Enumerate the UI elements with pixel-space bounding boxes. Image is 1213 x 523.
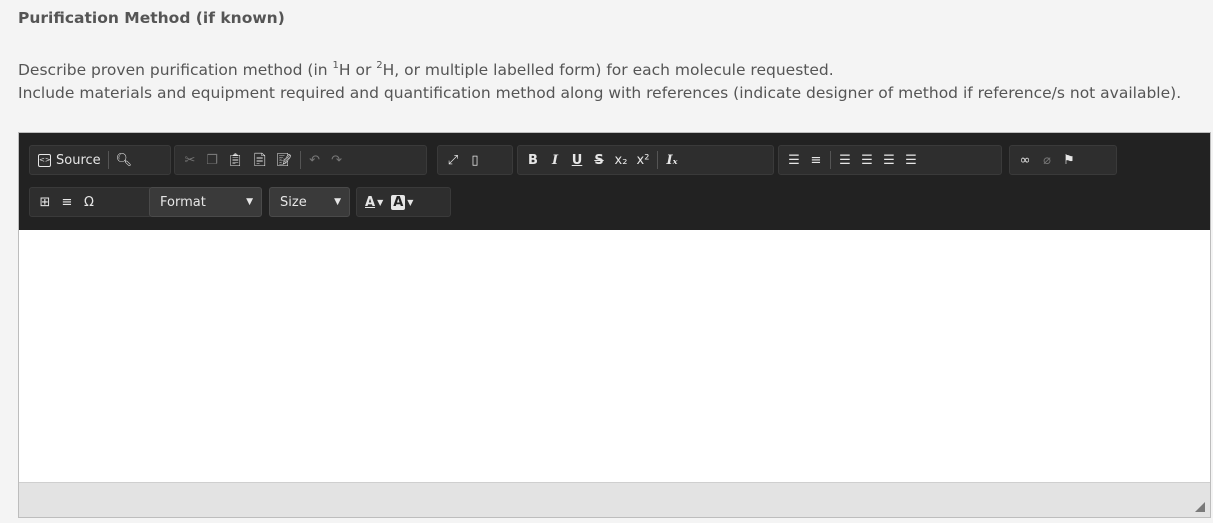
size-select[interactable]: Size ▼ [269, 187, 350, 217]
flag-icon: ⚑ [1063, 152, 1075, 168]
preview-icon: 🔍︎ [115, 152, 133, 168]
superscript-button[interactable]: x² [632, 148, 654, 172]
background-color-button[interactable]: A ▼ [387, 190, 417, 214]
unlink-icon: ⌀ [1043, 152, 1051, 168]
paste-word-icon: 📝︎ [276, 152, 293, 168]
paste-icon: 📋︎ [227, 152, 244, 168]
paste-text-icon: 📄︎ [251, 152, 269, 168]
align-left-button[interactable]: ☰ [834, 148, 856, 172]
superscript-icon: x² [636, 152, 650, 168]
chevron-down-icon: ▼ [377, 197, 384, 207]
desc-text-2: H or [338, 61, 377, 80]
bold-icon: B [528, 152, 538, 168]
editor-toolbar: <> Source 🔍︎ ✂ ❐ 📋︎ 📄︎ 📝︎ ↶ ↷ ⤢ ▯ B I U [19, 133, 1210, 231]
justify-button[interactable]: ☰ [900, 148, 922, 172]
underline-icon: U [571, 152, 583, 168]
source-button[interactable]: <> Source [34, 148, 105, 172]
desc-sup-2: 2 [376, 60, 383, 71]
undo-button[interactable]: ↶ [304, 148, 326, 172]
maximize-button[interactable]: ⤢ [442, 148, 464, 172]
horizontal-line-button[interactable]: ≡ [56, 190, 78, 214]
toolbar-group-links: ∞ ⌀ ⚑ [1009, 145, 1117, 175]
paste-button[interactable]: 📋︎ [223, 148, 248, 172]
bulleted-list-button[interactable]: ≡ [805, 148, 827, 172]
omega-icon: Ω [84, 194, 94, 210]
field-title: Purification Method (if known) [18, 9, 285, 27]
strikethrough-button[interactable]: S [588, 148, 610, 172]
toolbar-group-basicstyles: B I U S x₂ x² Iₓ [517, 145, 774, 175]
subscript-button[interactable]: x₂ [610, 148, 632, 172]
background-color-icon: A [391, 194, 406, 210]
link-icon: ∞ [1019, 152, 1031, 168]
paste-text-button[interactable]: 📄︎ [248, 148, 273, 172]
redo-icon: ↷ [331, 152, 342, 168]
italic-button[interactable]: I [544, 148, 566, 172]
field-description: Describe proven purification method (in … [18, 55, 1213, 105]
toolbar-group-clipboard: ✂ ❐ 📋︎ 📄︎ 📝︎ ↶ ↷ [174, 145, 427, 175]
table-icon: ⊞ [39, 194, 51, 210]
table-button[interactable]: ⊞ [34, 190, 56, 214]
chevron-down-icon: ▼ [246, 197, 253, 207]
toolbar-separator [657, 151, 658, 169]
preview-button[interactable]: 🔍︎ [112, 148, 137, 172]
text-color-button[interactable]: A ▼ [361, 190, 387, 214]
editor-status-bar [19, 482, 1210, 517]
special-char-button[interactable]: Ω [78, 190, 100, 214]
desc-line-2: Include materials and equipment required… [18, 84, 1182, 103]
underline-button[interactable]: U [566, 148, 588, 172]
format-select[interactable]: Format ▼ [149, 187, 262, 217]
anchor-button[interactable]: ⚑ [1058, 148, 1080, 172]
redo-button[interactable]: ↷ [326, 148, 348, 172]
maximize-icon: ⤢ [447, 152, 459, 168]
align-right-button[interactable]: ☰ [878, 148, 900, 172]
rich-text-editor: <> Source 🔍︎ ✂ ❐ 📋︎ 📄︎ 📝︎ ↶ ↷ ⤢ ▯ B I U [18, 132, 1211, 518]
toolbar-separator [107, 151, 109, 169]
bulleted-list-icon: ≡ [810, 152, 822, 168]
copy-button[interactable]: ❐ [201, 148, 223, 172]
paste-word-button[interactable]: 📝︎ [272, 148, 297, 172]
show-blocks-icon: ▯ [471, 152, 479, 168]
desc-text-3: H, or multiple labelled form) for each m… [382, 61, 834, 80]
desc-text-1: Describe proven purification method (in [18, 61, 333, 80]
cut-button[interactable]: ✂ [179, 148, 201, 172]
italic-icon: I [551, 152, 559, 168]
size-select-label: Size [280, 194, 307, 210]
source-label: Source [56, 152, 101, 168]
toolbar-separator [299, 151, 301, 169]
align-center-button[interactable]: ☰ [856, 148, 878, 172]
justify-icon: ☰ [905, 152, 917, 168]
toolbar-group-document: <> Source 🔍︎ [29, 145, 171, 175]
show-blocks-button[interactable]: ▯ [464, 148, 486, 172]
strikethrough-icon: S [594, 152, 604, 168]
desc-sup-1: 1 [332, 60, 339, 71]
subscript-icon: x₂ [614, 152, 628, 168]
numbered-list-icon: ☰ [788, 152, 800, 168]
align-right-icon: ☰ [883, 152, 895, 168]
align-center-icon: ☰ [861, 152, 873, 168]
toolbar-separator [830, 151, 831, 169]
horizontal-line-icon: ≡ [61, 194, 73, 210]
chevron-down-icon: ▼ [334, 197, 341, 207]
toolbar-group-insert: ⊞ ≡ Ω [29, 187, 152, 217]
undo-icon: ↶ [309, 152, 320, 168]
align-left-icon: ☰ [839, 152, 851, 168]
cut-icon: ✂ [184, 152, 196, 168]
toolbar-group-colors: A ▼ A ▼ [356, 187, 451, 217]
resize-handle-icon[interactable] [1195, 502, 1205, 512]
link-button[interactable]: ∞ [1014, 148, 1036, 172]
toolbar-group-view: ⤢ ▯ [437, 145, 513, 175]
text-color-icon: A [365, 194, 376, 210]
chevron-down-icon: ▼ [407, 197, 414, 207]
unlink-button[interactable]: ⌀ [1036, 148, 1058, 172]
numbered-list-button[interactable]: ☰ [783, 148, 805, 172]
remove-format-icon: Iₓ [666, 152, 678, 168]
format-select-label: Format [160, 194, 206, 210]
toolbar-group-paragraph: ☰ ≡ ☰ ☰ ☰ ☰ [778, 145, 1002, 175]
editor-content-area[interactable] [19, 230, 1210, 483]
source-icon: <> [38, 153, 51, 167]
remove-format-button[interactable]: Iₓ [661, 148, 683, 172]
copy-icon: ❐ [206, 152, 218, 168]
bold-button[interactable]: B [522, 148, 544, 172]
